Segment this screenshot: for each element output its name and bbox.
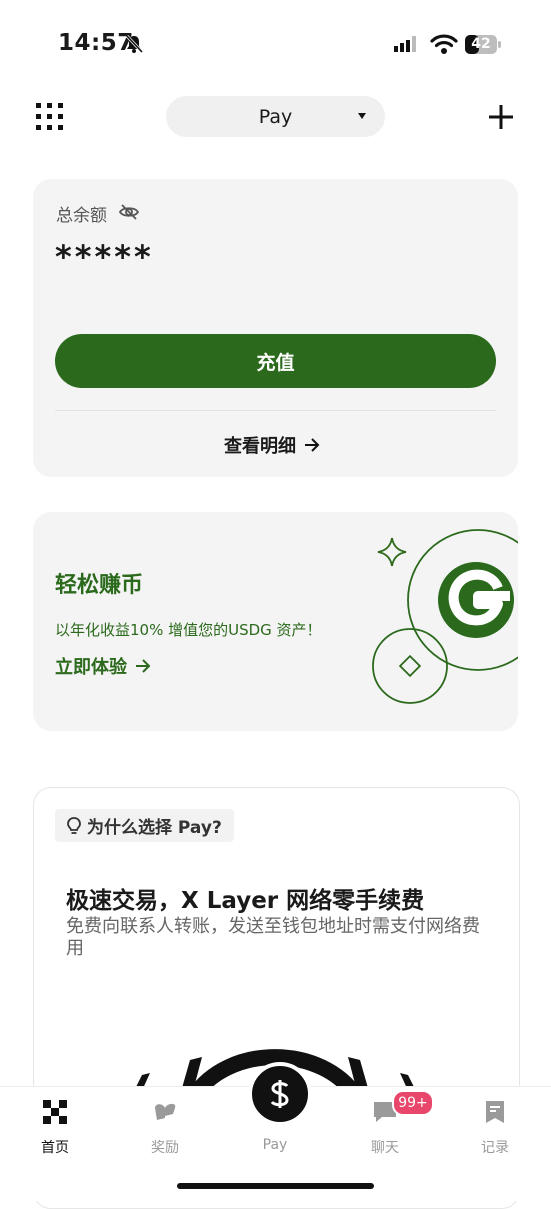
nav-chat-label[interactable]: 聊天: [350, 1137, 420, 1157]
balance-label: 总余额: [56, 206, 107, 226]
view-details-link[interactable]: 查看明细: [224, 432, 320, 458]
usdg-logo-icon: [438, 562, 514, 638]
home-indicator[interactable]: [177, 1183, 374, 1189]
bell-muted-icon: [125, 34, 144, 54]
earn-cta-link[interactable]: 立即体验: [55, 653, 151, 679]
why-pay-chip: 为什么选择 Pay?: [55, 809, 234, 842]
nav-rewards-label[interactable]: 奖励: [130, 1137, 200, 1157]
wifi-icon: [430, 34, 458, 54]
nav-pay-button[interactable]: [248, 1062, 312, 1126]
caret-down-icon: [358, 113, 366, 119]
why-pay-chip-label: 为什么选择 Pay?: [87, 818, 222, 838]
arrow-right-icon: [136, 659, 151, 673]
earn-cta-label: 立即体验: [55, 657, 127, 678]
gift-icon: [155, 1103, 176, 1120]
nav-pay-label[interactable]: Pay: [240, 1137, 310, 1153]
battery-level: 42: [471, 36, 491, 52]
divider: [55, 410, 496, 411]
nav-rewards-button[interactable]: [130, 1100, 200, 1128]
nav-records-label[interactable]: 记录: [460, 1137, 530, 1157]
why-title: 极速交易，X Layer 网络零手续费: [66, 888, 425, 914]
account-selector-label: Pay: [258, 105, 293, 128]
nav-home-button[interactable]: [20, 1100, 90, 1128]
record-icon: [486, 1101, 504, 1123]
eye-off-icon[interactable]: [119, 203, 139, 221]
dollar-icon: [270, 1080, 289, 1108]
balance-value: *****: [55, 238, 154, 276]
why-description: 免费向联系人转账，发送至钱包地址时需支付网络费用: [66, 916, 480, 959]
lightbulb-icon: [67, 816, 81, 834]
apps-grid-icon[interactable]: [36, 103, 64, 131]
battery-icon: 42: [465, 35, 501, 54]
status-time: 14:57: [58, 30, 134, 56]
earn-subtitle: 以年化收益10% 增值您的USDG 资产！: [55, 621, 322, 639]
okx-logo-icon: [43, 1100, 67, 1124]
chat-badge: 99+: [392, 1090, 434, 1116]
earn-title: 轻松赚币: [55, 573, 144, 598]
view-details-label: 查看明细: [224, 436, 296, 457]
account-selector[interactable]: Pay: [166, 96, 385, 137]
sparkle-icon: [377, 537, 407, 567]
signal-icon: [394, 36, 416, 52]
deposit-button[interactable]: 充值: [55, 334, 496, 388]
nav-records-button[interactable]: [460, 1100, 530, 1128]
nav-home-label[interactable]: 首页: [20, 1137, 90, 1157]
usdg-illustration: [372, 529, 518, 704]
plus-icon[interactable]: [488, 104, 514, 130]
arrow-right-icon: [305, 438, 320, 452]
